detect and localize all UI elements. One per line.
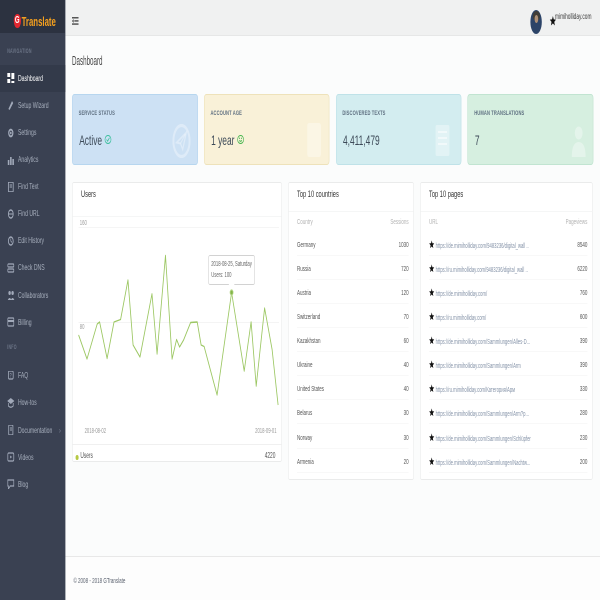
svg-text:?: ? xyxy=(10,372,12,379)
